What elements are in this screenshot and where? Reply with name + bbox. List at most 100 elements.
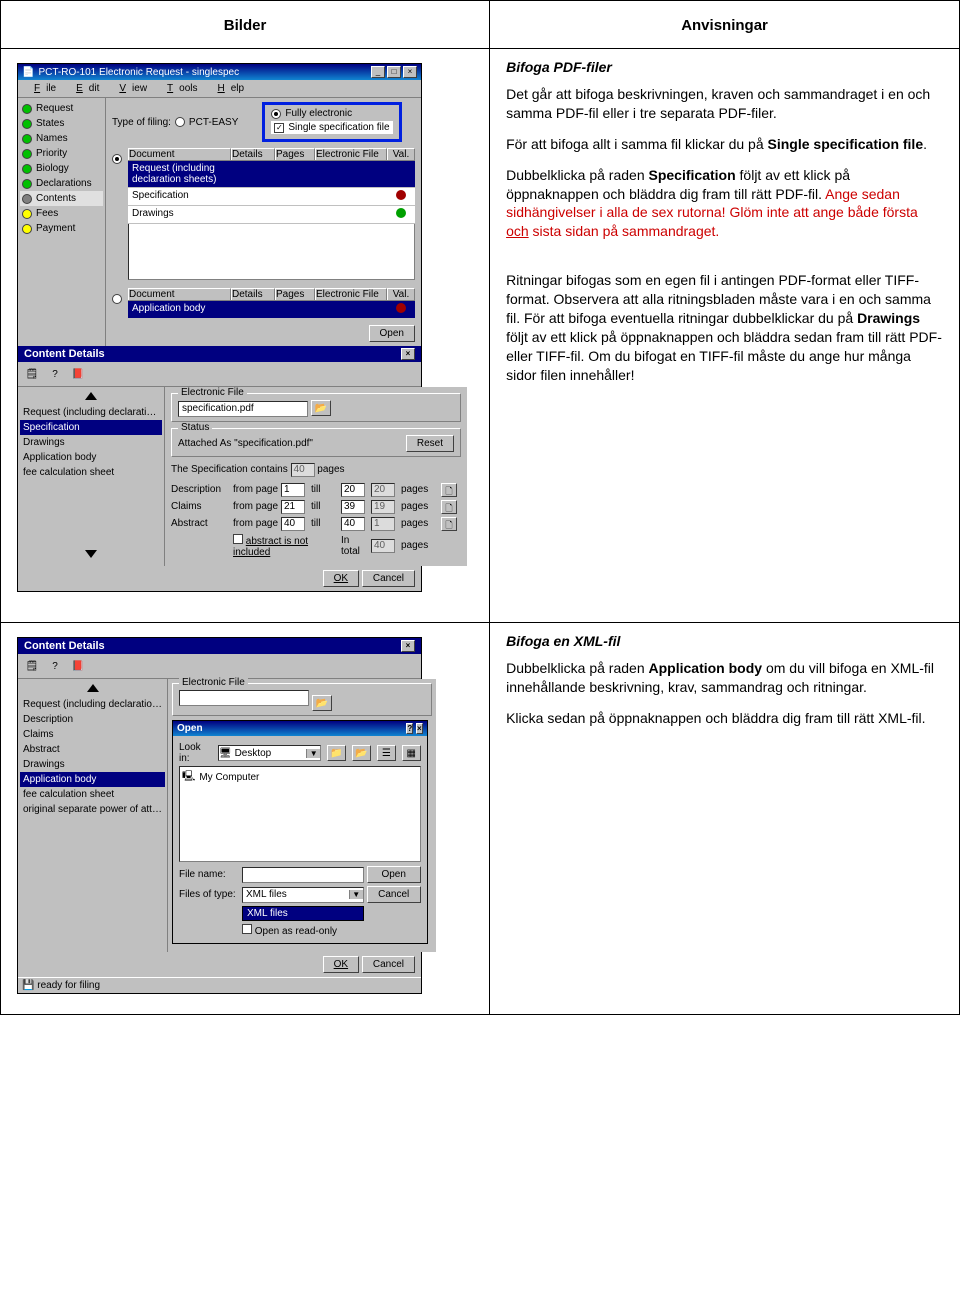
help-icon[interactable]: ? (45, 365, 65, 383)
table-row[interactable]: Application body (128, 301, 415, 319)
desc-till-input[interactable]: 20 (341, 483, 365, 497)
help-icon[interactable]: ? (45, 657, 65, 675)
page-icon[interactable]: 🗋 (441, 517, 457, 531)
close-icon[interactable]: × (403, 66, 417, 78)
filetype-combo[interactable]: XML files ▼ (242, 887, 364, 903)
list-item[interactable]: original separate power of attorne… (20, 802, 165, 817)
sidebar-item-contents[interactable]: Contents (20, 191, 103, 206)
claims-till-input[interactable]: 39 (341, 500, 365, 514)
electronic-file-input[interactable]: specification.pdf (178, 401, 308, 417)
radio-pct-easy[interactable] (175, 117, 185, 127)
table-header: Document Details Pages Electronic File V… (128, 148, 415, 161)
book-icon[interactable]: 📕 (68, 657, 88, 675)
table-row[interactable]: Drawings (128, 206, 415, 224)
ok-button[interactable]: OK (323, 956, 359, 973)
list-view-icon[interactable]: ☰ (377, 745, 396, 761)
page-range-grid: Description from page 1 till 20 20 pages… (171, 483, 461, 558)
list-item[interactable]: fee calculation sheet (20, 465, 162, 480)
content-details-header: Content Details × (18, 346, 421, 362)
list-item[interactable]: Application body (20, 450, 162, 465)
menu-help[interactable]: Help (206, 82, 251, 95)
open-button[interactable]: Open (367, 866, 421, 883)
list-item[interactable]: Request (including declaration s… (20, 697, 165, 712)
chevron-down-icon[interactable]: ▼ (306, 749, 320, 758)
tool-icon[interactable]: 🗒 (22, 365, 42, 383)
list-item[interactable]: Application body (20, 772, 165, 787)
electronic-file-input[interactable] (179, 690, 309, 706)
scroll-up-icon[interactable] (85, 392, 97, 400)
desktop-icon: 🖥 (219, 748, 232, 759)
list-item[interactable]: Claims (20, 727, 165, 742)
abstract-not-included-checkbox[interactable] (233, 534, 243, 544)
validation-dot-icon (396, 303, 406, 313)
book-icon[interactable]: 📕 (68, 365, 88, 383)
sidebar-item-fees[interactable]: Fees (20, 206, 103, 221)
abs-from-input[interactable]: 40 (281, 517, 305, 531)
paragraph: Dubbelklicka på raden Application body o… (506, 659, 943, 697)
menu-view[interactable]: View (107, 82, 153, 95)
filetype-dropdown[interactable]: XML files (242, 906, 364, 921)
sidebar-item-declarations[interactable]: Declarations (20, 176, 103, 191)
list-item[interactable]: Specification (20, 420, 162, 435)
lookin-combo[interactable]: 🖥 Desktop ▼ (218, 745, 321, 761)
table-row[interactable]: Request (including declaration sheets) (128, 161, 415, 188)
minimize-icon[interactable]: _ (371, 66, 385, 78)
cancel-button[interactable]: Cancel (362, 956, 415, 973)
file-list[interactable]: 🖳My Computer (179, 766, 421, 862)
page-icon[interactable]: 🗋 (441, 500, 457, 514)
abs-till-input[interactable]: 40 (341, 517, 365, 531)
list-item[interactable]: Drawings (20, 757, 165, 772)
browse-icon[interactable]: 📂 (312, 695, 332, 711)
sidebar-item-names[interactable]: Names (20, 131, 103, 146)
scroll-up-icon[interactable] (87, 684, 99, 692)
sidebar-item-payment[interactable]: Payment (20, 221, 103, 236)
sidebar-item-request[interactable]: Request (20, 101, 103, 116)
new-folder-icon[interactable]: 📂 (352, 745, 371, 761)
readonly-checkbox[interactable] (242, 924, 252, 934)
list-item[interactable]: Drawings (20, 435, 162, 450)
menu-file[interactable]: File (22, 82, 62, 95)
radio-table2[interactable] (112, 294, 122, 304)
open-file-dialog: Open ? × Look in: (172, 720, 428, 944)
reset-button[interactable]: Reset (406, 435, 454, 452)
list-item[interactable]: fee calculation sheet (20, 787, 165, 802)
detail-view-icon[interactable]: ▦ (402, 745, 421, 761)
sidebar-item-priority[interactable]: Priority (20, 146, 103, 161)
open-button[interactable]: Open (369, 325, 415, 342)
radio-table1[interactable] (112, 154, 122, 164)
status-dot-icon (22, 209, 32, 219)
toolbar: 🗒 ? 📕 (18, 654, 421, 679)
status-dot-icon (22, 104, 32, 114)
help-icon[interactable]: ? (406, 723, 413, 734)
desc-from-input[interactable]: 1 (281, 483, 305, 497)
cancel-button[interactable]: Cancel (362, 570, 415, 587)
ok-button[interactable]: OK (323, 570, 359, 587)
maximize-icon[interactable]: □ (387, 66, 401, 78)
menu-edit[interactable]: Edit (64, 82, 105, 95)
dialog-title: Open (177, 723, 203, 734)
electronic-file-group: Electronic File specification.pdf 📂 (171, 393, 461, 422)
checkbox-single-spec[interactable] (274, 123, 284, 133)
scroll-down-icon[interactable] (85, 550, 97, 558)
close-icon[interactable]: × (401, 348, 415, 360)
menu-tools[interactable]: Tools (155, 82, 203, 95)
up-folder-icon[interactable]: 📁 (327, 745, 346, 761)
list-item[interactable]: Abstract (20, 742, 165, 757)
list-item[interactable]: Description (20, 712, 165, 727)
close-icon[interactable]: × (416, 723, 423, 734)
radio-fully-electronic[interactable] (271, 109, 281, 119)
cancel-button[interactable]: Cancel (367, 886, 421, 903)
sidebar-item-states[interactable]: States (20, 116, 103, 131)
page-icon[interactable]: 🗋 (441, 483, 457, 497)
section-title: Bifoga PDF-filer (506, 59, 943, 75)
list-item[interactable]: Request (including declaration s… (20, 405, 162, 420)
filename-input[interactable] (242, 867, 364, 883)
table-row[interactable]: Specification (128, 188, 415, 206)
chevron-down-icon[interactable]: ▼ (349, 890, 363, 899)
sidebar-item-biology[interactable]: Biology (20, 161, 103, 176)
electronic-file-group: Electronic File 📂 (172, 683, 432, 716)
tool-icon[interactable]: 🗒 (22, 657, 42, 675)
claims-from-input[interactable]: 21 (281, 500, 305, 514)
close-icon[interactable]: × (401, 640, 415, 652)
browse-icon[interactable]: 📂 (311, 400, 331, 416)
